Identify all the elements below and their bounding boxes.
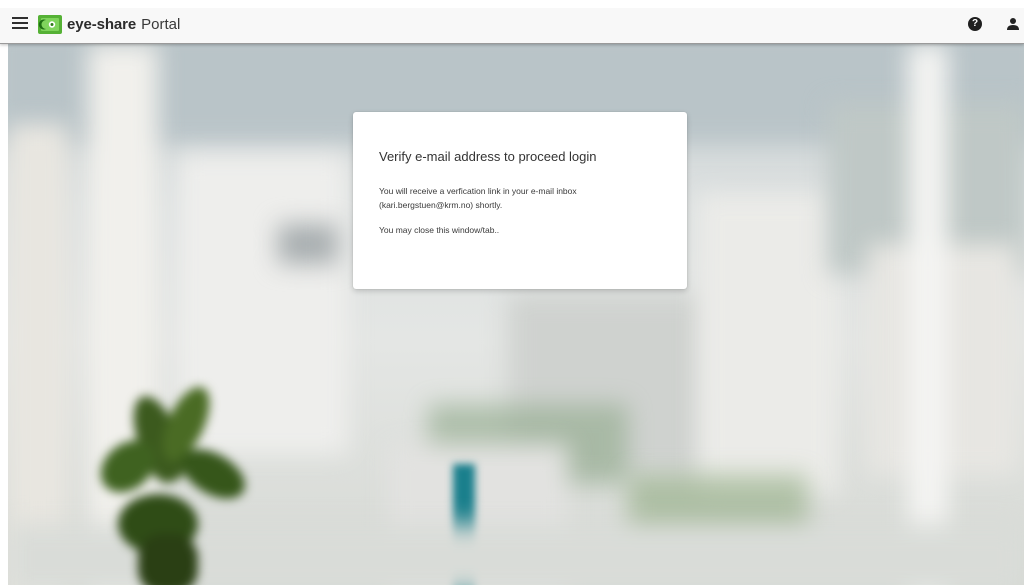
verify-email-dialog: Verify e-mail address to proceed login Y…	[353, 112, 687, 289]
dialog-title: Verify e-mail address to proceed login	[379, 149, 597, 164]
user-icon[interactable]	[1007, 17, 1019, 31]
dialog-close-hint: You may close this window/tab..	[379, 225, 500, 235]
dialog-message: You will receive a verfication link in y…	[379, 186, 577, 210]
brand-name: eye-share	[67, 15, 137, 33]
window-top-strip	[0, 0, 1024, 8]
hamburger-menu-icon[interactable]	[12, 16, 28, 30]
brand[interactable]: eye-share Portal	[38, 14, 180, 34]
help-icon[interactable]: ?	[968, 17, 982, 31]
app-header: eye-share Portal ?	[0, 0, 1024, 44]
brand-suffix: Portal	[141, 15, 181, 33]
left-gutter	[0, 44, 8, 585]
eye-share-logo	[38, 14, 62, 34]
